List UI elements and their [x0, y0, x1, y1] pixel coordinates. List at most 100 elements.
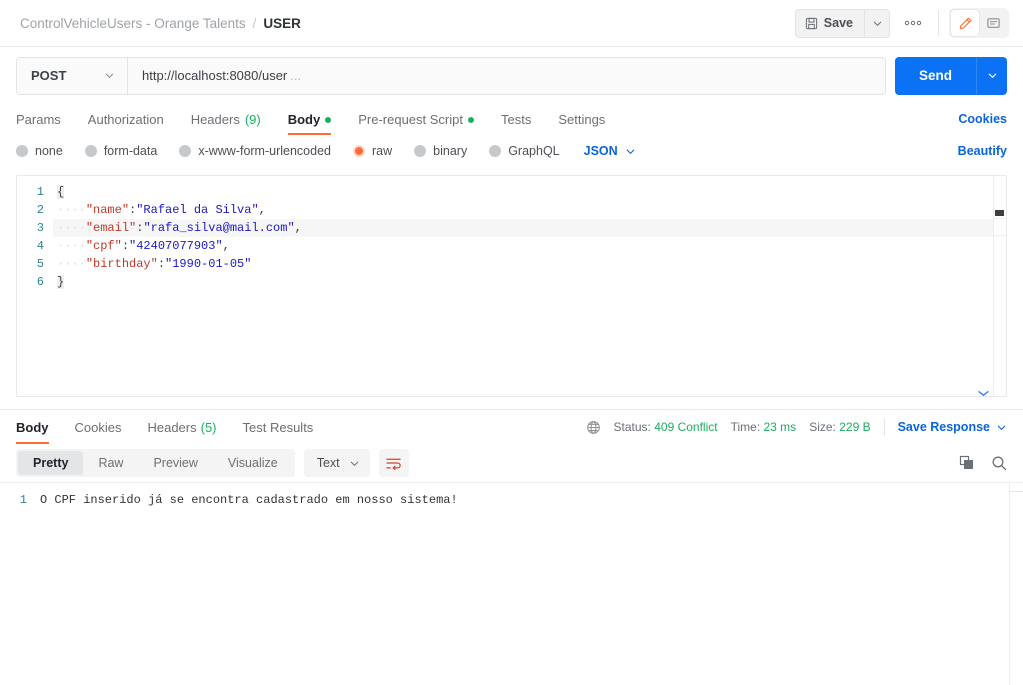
cookies-link[interactable]: Cookies	[958, 112, 1007, 126]
status-badge: Status: 409 Conflict	[614, 420, 718, 434]
http-method-value: POST	[31, 68, 67, 83]
body-type-none[interactable]: none	[16, 144, 63, 158]
view-mode-preview[interactable]: Preview	[138, 451, 212, 475]
body-type-x-www-form-urlencoded[interactable]: x-www-form-urlencoded	[179, 144, 331, 158]
response-scrollbar[interactable]	[1009, 483, 1023, 685]
body-type-raw[interactable]: raw	[353, 144, 392, 158]
pane-resize-caret-icon[interactable]	[977, 390, 990, 396]
response-body-viewer[interactable]: 1 O CPF inserido já se encontra cadastra…	[0, 482, 1023, 685]
time-value: 23 ms	[763, 420, 797, 434]
url-bar: POST http://localhost:8080/user ...	[16, 56, 886, 95]
tab-label: Cookies	[74, 419, 122, 435]
view-mode-visualize[interactable]: Visualize	[213, 451, 293, 475]
code-line: ····"cpf":"42407077903",	[53, 237, 1006, 255]
line-number: 1	[36, 185, 44, 199]
line-number: 2	[36, 203, 44, 217]
body-type-label: raw	[372, 144, 393, 158]
send-options-caret[interactable]	[976, 56, 1007, 95]
body-indicator-dot	[325, 116, 332, 123]
response-line-numbers: 1	[0, 483, 36, 685]
url-value: http://localhost:8080/user	[142, 68, 288, 83]
url-input[interactable]: http://localhost:8080/user ...	[128, 57, 885, 94]
request-tab-settings[interactable]: Settings	[558, 112, 605, 135]
response-tab-test-results[interactable]: Test Results	[243, 410, 314, 444]
request-tab-pre-request-script[interactable]: Pre-request Script	[358, 112, 474, 135]
body-type-binary[interactable]: binary	[414, 144, 467, 158]
code-indent: ····	[57, 221, 86, 235]
request-tab-params[interactable]: Params	[16, 112, 61, 135]
time-badge: Time: 23 ms	[731, 420, 797, 434]
editor-code-area[interactable]: { ····"name":"Rafael da Silva", ····"ema…	[53, 176, 1006, 396]
size-badge: Size: 229 B	[809, 420, 870, 434]
editor-line-numbers: 1 2 3 4 5 6	[17, 176, 53, 396]
code-colon: :	[157, 257, 166, 271]
response-format-select[interactable]: Text	[303, 449, 370, 477]
code-key: "cpf"	[85, 239, 122, 253]
body-type-label: form-data	[103, 144, 158, 158]
search-icon[interactable]	[991, 455, 1007, 471]
code-line: ····"name":"Rafael da Silva",	[53, 201, 1006, 219]
breadcrumb-current-request[interactable]: USER	[263, 16, 301, 31]
code-value: "rafa_silva@mail.com"	[143, 221, 295, 235]
body-format-select[interactable]: JSON	[584, 144, 636, 158]
size-label: Size:	[809, 420, 836, 434]
request-tab-body[interactable]: Body	[287, 112, 332, 135]
comments-button[interactable]	[979, 10, 1007, 36]
send-button[interactable]: Send	[894, 56, 976, 95]
code-indent: ····	[57, 257, 86, 271]
code-value: "42407077903"	[129, 239, 223, 253]
response-tab-headers[interactable]: Headers (5)	[147, 410, 216, 444]
code-comma: ,	[222, 239, 230, 253]
edit-request-button[interactable]	[951, 10, 979, 36]
globe-icon	[586, 420, 601, 435]
request-tab-tests[interactable]: Tests	[501, 112, 531, 135]
body-type-form-data[interactable]: form-data	[84, 144, 158, 158]
request-body-editor[interactable]: 1 2 3 4 5 6 { ····"name":"Rafael da Silv…	[16, 175, 1007, 397]
line-number: 6	[36, 275, 44, 289]
editor-scrollbar[interactable]	[993, 176, 1006, 396]
save-button[interactable]: Save	[794, 8, 864, 38]
save-button-label: Save	[823, 16, 853, 30]
code-brace: }	[57, 275, 65, 289]
tab-label: Tests	[500, 112, 532, 127]
breadcrumb-collection[interactable]: ControlVehicleUsers - Orange Talents	[20, 16, 246, 31]
copy-icon[interactable]	[959, 455, 975, 471]
code-line: ····"email":"rafa_silva@mail.com",	[53, 219, 1006, 237]
save-options-caret[interactable]	[864, 8, 890, 38]
save-response-button[interactable]: Save Response	[898, 420, 1007, 434]
view-mode-raw[interactable]: Raw	[83, 451, 138, 475]
radio-icon	[16, 145, 28, 157]
status-label: Status:	[613, 420, 651, 434]
chevron-down-icon	[350, 461, 358, 466]
view-mode-pretty[interactable]: Pretty	[18, 451, 84, 475]
save-button-group: Save	[794, 8, 890, 38]
url-bar-row: POST http://localhost:8080/user ... Send	[0, 47, 1023, 104]
code-value: "Rafael da Silva"	[136, 203, 259, 217]
line-number: 4	[36, 239, 44, 253]
http-method-select[interactable]: POST	[17, 57, 128, 94]
response-tab-cookies[interactable]: Cookies	[75, 410, 122, 444]
beautify-link[interactable]: Beautify	[958, 144, 1007, 158]
response-tab-body[interactable]: Body	[16, 410, 49, 444]
size-value: 229 B	[839, 420, 871, 434]
code-brace: {	[57, 185, 65, 199]
code-key: "email"	[85, 221, 137, 235]
response-tabs: Body Cookies Headers (5) Test Results St…	[0, 410, 1023, 444]
radio-icon	[84, 145, 97, 157]
chevron-down-icon	[988, 73, 996, 78]
body-type-row: none form-data x-www-form-urlencoded raw…	[0, 135, 1023, 167]
response-scroll-marker	[1009, 491, 1023, 492]
body-type-graphql[interactable]: GraphQL	[489, 144, 560, 158]
response-toolbar: Pretty Raw Preview Visualize Text	[0, 444, 1023, 482]
body-format-value: JSON	[583, 144, 618, 158]
body-type-label: none	[35, 144, 63, 158]
code-comma: ,	[294, 221, 302, 235]
request-tab-headers[interactable]: Headers (9)	[191, 112, 261, 135]
editor-scroll-thumb[interactable]	[995, 210, 1004, 216]
request-tab-authorization[interactable]: Authorization	[88, 112, 164, 135]
more-actions-button[interactable]	[898, 9, 928, 38]
word-wrap-button[interactable]	[378, 449, 409, 477]
tab-label: Body	[287, 112, 321, 127]
chevron-down-icon	[997, 425, 1006, 430]
code-line: }	[53, 273, 1006, 291]
